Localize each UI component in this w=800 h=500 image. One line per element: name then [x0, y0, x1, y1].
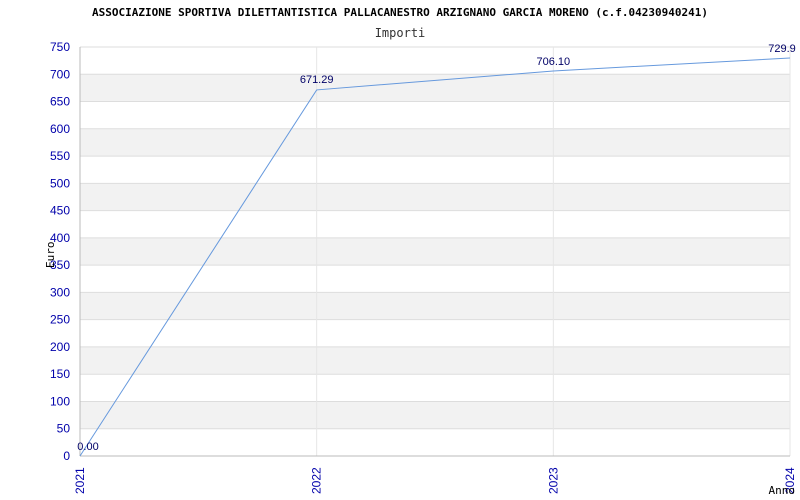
- y-tick-label: 0: [63, 449, 70, 463]
- data-label: 0.00: [77, 441, 98, 453]
- y-tick-label: 450: [50, 204, 70, 218]
- grid-band: [80, 292, 790, 320]
- y-tick-label: 150: [50, 367, 70, 381]
- grid-band: [80, 346, 790, 375]
- y-tick-label: 250: [50, 313, 70, 327]
- grid-band: [80, 183, 790, 211]
- grid-band: [80, 237, 790, 266]
- y-tick-label: 100: [50, 394, 70, 408]
- grid-band: [80, 401, 790, 429]
- y-tick-label: 50: [57, 422, 71, 436]
- grid-band: [80, 128, 790, 157]
- y-axis-label: Euro: [44, 242, 57, 269]
- x-tick-label: 2023: [546, 467, 560, 494]
- y-tick-label: 300: [50, 285, 70, 299]
- line-chart: 0501001502002503003504004505005506006507…: [44, 40, 797, 497]
- data-label: 729.9: [768, 43, 796, 55]
- y-tick-label: 750: [50, 40, 70, 54]
- data-label: 671.29: [300, 74, 334, 86]
- grid-band: [80, 74, 790, 102]
- data-label: 706.10: [537, 56, 571, 68]
- x-axis-label: Anno: [769, 484, 796, 497]
- y-tick-label: 700: [50, 67, 70, 81]
- x-tick-label: 2021: [73, 467, 87, 494]
- y-tick-label: 200: [50, 340, 70, 354]
- grid-bands: [80, 74, 790, 429]
- x-tick-labels: 2021 2022 2023 2024: [73, 467, 797, 494]
- y-tick-label: 500: [50, 176, 70, 190]
- y-tick-label: 600: [50, 122, 70, 136]
- y-tick-label: 650: [50, 95, 70, 109]
- y-tick-label: 550: [50, 149, 70, 163]
- x-tick-label: 2022: [310, 467, 324, 494]
